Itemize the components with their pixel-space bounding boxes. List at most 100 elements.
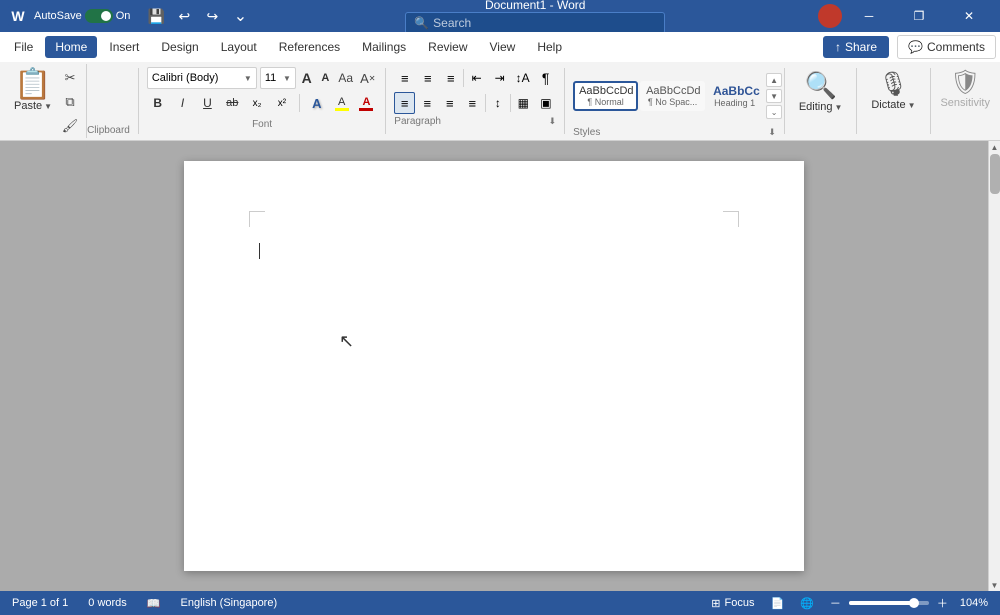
- language-selector[interactable]: English (Singapore): [177, 595, 282, 611]
- change-case-button[interactable]: Aa: [336, 67, 355, 89]
- increase-indent-button[interactable]: ⇥: [489, 67, 510, 89]
- menu-insert[interactable]: Insert: [99, 36, 149, 58]
- editing-button[interactable]: 🔍 Editing ▼: [795, 68, 847, 115]
- borders-button[interactable]: ▣: [536, 92, 557, 114]
- font-family-selector[interactable]: Calibri (Body) ▼: [147, 67, 257, 89]
- strikethrough-button[interactable]: ab: [221, 92, 243, 114]
- font-size-selector[interactable]: 11 ▼: [260, 67, 296, 89]
- menu-view[interactable]: View: [480, 36, 526, 58]
- multilevel-button[interactable]: ≡: [440, 67, 461, 89]
- menu-mailings[interactable]: Mailings: [352, 36, 416, 58]
- text-effects-button[interactable]: A: [306, 92, 328, 114]
- zoom-track[interactable]: [849, 601, 929, 605]
- font-label: Font: [147, 119, 378, 130]
- bullets-button[interactable]: ≡: [394, 67, 415, 89]
- vertical-scrollbar[interactable]: ▲ ▼: [988, 141, 1000, 591]
- paragraph-label: Paragraph ⬇: [394, 116, 556, 127]
- menu-review[interactable]: Review: [418, 36, 477, 58]
- search-input[interactable]: [433, 16, 656, 30]
- styles-scroll-up[interactable]: ▲: [766, 73, 782, 87]
- font-color-button[interactable]: A: [356, 92, 378, 114]
- paste-dropdown-icon[interactable]: ▼: [44, 102, 52, 111]
- style-nospacing-sub: ¶ No Spac...: [646, 97, 699, 107]
- style-nospacing[interactable]: AaBbCcDd ¶ No Spac...: [640, 81, 705, 111]
- style-heading1[interactable]: AaBbCc Heading 1: [707, 80, 762, 112]
- dictate-label: Dictate: [871, 99, 905, 111]
- page-info[interactable]: Page 1 of 1: [8, 595, 72, 611]
- margin-tr: [723, 211, 739, 227]
- menu-design[interactable]: Design: [151, 36, 208, 58]
- search-icon: 🔍: [414, 16, 429, 30]
- ribbon-toolbar: 📋 Paste ▼ ✂ ⧉ 🖌 Clipboard Calibri (: [0, 62, 1000, 141]
- zoom-control[interactable]: － ＋ 104%: [826, 593, 992, 613]
- align-right-button[interactable]: ≡: [440, 92, 461, 114]
- document-page[interactable]: ↖: [184, 161, 804, 571]
- shading-button[interactable]: ▦: [513, 92, 534, 114]
- word-count[interactable]: 0 words: [84, 595, 131, 611]
- decrease-indent-button[interactable]: ⇤: [466, 67, 487, 89]
- zoom-percent[interactable]: 104%: [956, 595, 992, 611]
- search-bar[interactable]: 🔍: [405, 12, 665, 34]
- menu-references[interactable]: References: [269, 36, 350, 58]
- minimize-button[interactable]: ─: [846, 0, 892, 32]
- paragraph-launcher-icon[interactable]: ⬇: [549, 116, 557, 127]
- numbering-button[interactable]: ≡: [417, 67, 438, 89]
- scroll-thumb[interactable]: [990, 154, 1000, 194]
- restore-button[interactable]: ❐: [896, 0, 942, 32]
- share-button[interactable]: ↑ Share: [823, 36, 889, 58]
- clear-formatting-button[interactable]: A✕: [358, 67, 377, 89]
- italic-button[interactable]: I: [172, 92, 194, 114]
- zoom-out-button[interactable]: －: [826, 593, 845, 613]
- dictate-button[interactable]: 🎙 Dictate ▼: [867, 68, 919, 113]
- close-button[interactable]: ✕: [946, 0, 992, 32]
- justify-button[interactable]: ≡: [462, 92, 483, 114]
- menu-file[interactable]: File: [4, 36, 43, 58]
- styles-scroll-down[interactable]: ▼: [766, 89, 782, 103]
- zoom-in-button[interactable]: ＋: [933, 593, 952, 613]
- focus-label: Focus: [724, 597, 754, 609]
- redo-button[interactable]: ↪: [200, 4, 224, 28]
- view-mode-web[interactable]: 🌐: [796, 595, 818, 612]
- proofing-icon[interactable]: 📖: [143, 595, 165, 612]
- line-spacing-button[interactable]: ↕: [488, 92, 509, 114]
- undo-button[interactable]: ↩: [172, 4, 196, 28]
- show-formatting-button[interactable]: ¶: [535, 67, 556, 89]
- align-center-button[interactable]: ≡: [417, 92, 438, 114]
- autosave-toggle[interactable]: [85, 9, 113, 23]
- menu-help[interactable]: Help: [527, 36, 572, 58]
- view-print-icon: 📄: [770, 597, 784, 610]
- save-button[interactable]: 💾: [144, 4, 168, 28]
- editing-icon: 🔍: [804, 70, 836, 101]
- copy-button[interactable]: ⧉: [60, 92, 80, 112]
- shrink-font-button[interactable]: A: [318, 69, 334, 87]
- focus-icon: ⊞: [711, 597, 720, 610]
- doc-scroll[interactable]: ↖: [0, 141, 988, 591]
- autosave-state: On: [116, 10, 131, 22]
- focus-button[interactable]: ⊞ Focus: [707, 595, 758, 612]
- styles-more[interactable]: ⌄: [766, 105, 782, 119]
- cut-button[interactable]: ✂: [60, 68, 80, 88]
- grow-font-button[interactable]: A: [299, 69, 315, 87]
- menu-layout[interactable]: Layout: [211, 36, 267, 58]
- comments-button[interactable]: 💬 Comments: [897, 35, 996, 59]
- paste-button[interactable]: 📋 Paste ▼: [10, 68, 56, 114]
- view-mode-print[interactable]: 📄: [766, 595, 788, 612]
- more-button[interactable]: ⌄: [228, 4, 252, 28]
- highlight-button[interactable]: A: [331, 92, 353, 114]
- autosave-label: AutoSave: [34, 10, 82, 22]
- menu-home[interactable]: Home: [45, 36, 97, 58]
- style-normal[interactable]: AaBbCcDd ¶ Normal: [573, 81, 638, 111]
- format-painter-button[interactable]: 🖌: [60, 116, 80, 136]
- bold-button[interactable]: B: [147, 92, 169, 114]
- user-avatar[interactable]: [818, 4, 842, 28]
- sort-button[interactable]: ↕A: [512, 67, 533, 89]
- zoom-thumb[interactable]: [909, 598, 919, 608]
- sep4: [784, 68, 785, 134]
- align-left-button[interactable]: ≡: [394, 92, 415, 114]
- styles-label: Styles ⬇: [573, 127, 776, 138]
- subscript-button[interactable]: x₂: [246, 92, 268, 114]
- superscript-button[interactable]: x²: [271, 92, 293, 114]
- underline-button[interactable]: U: [197, 92, 219, 114]
- sensitivity-button[interactable]: 🛡 Sensitivity: [940, 68, 990, 109]
- styles-launcher-icon[interactable]: ⬇: [768, 127, 776, 138]
